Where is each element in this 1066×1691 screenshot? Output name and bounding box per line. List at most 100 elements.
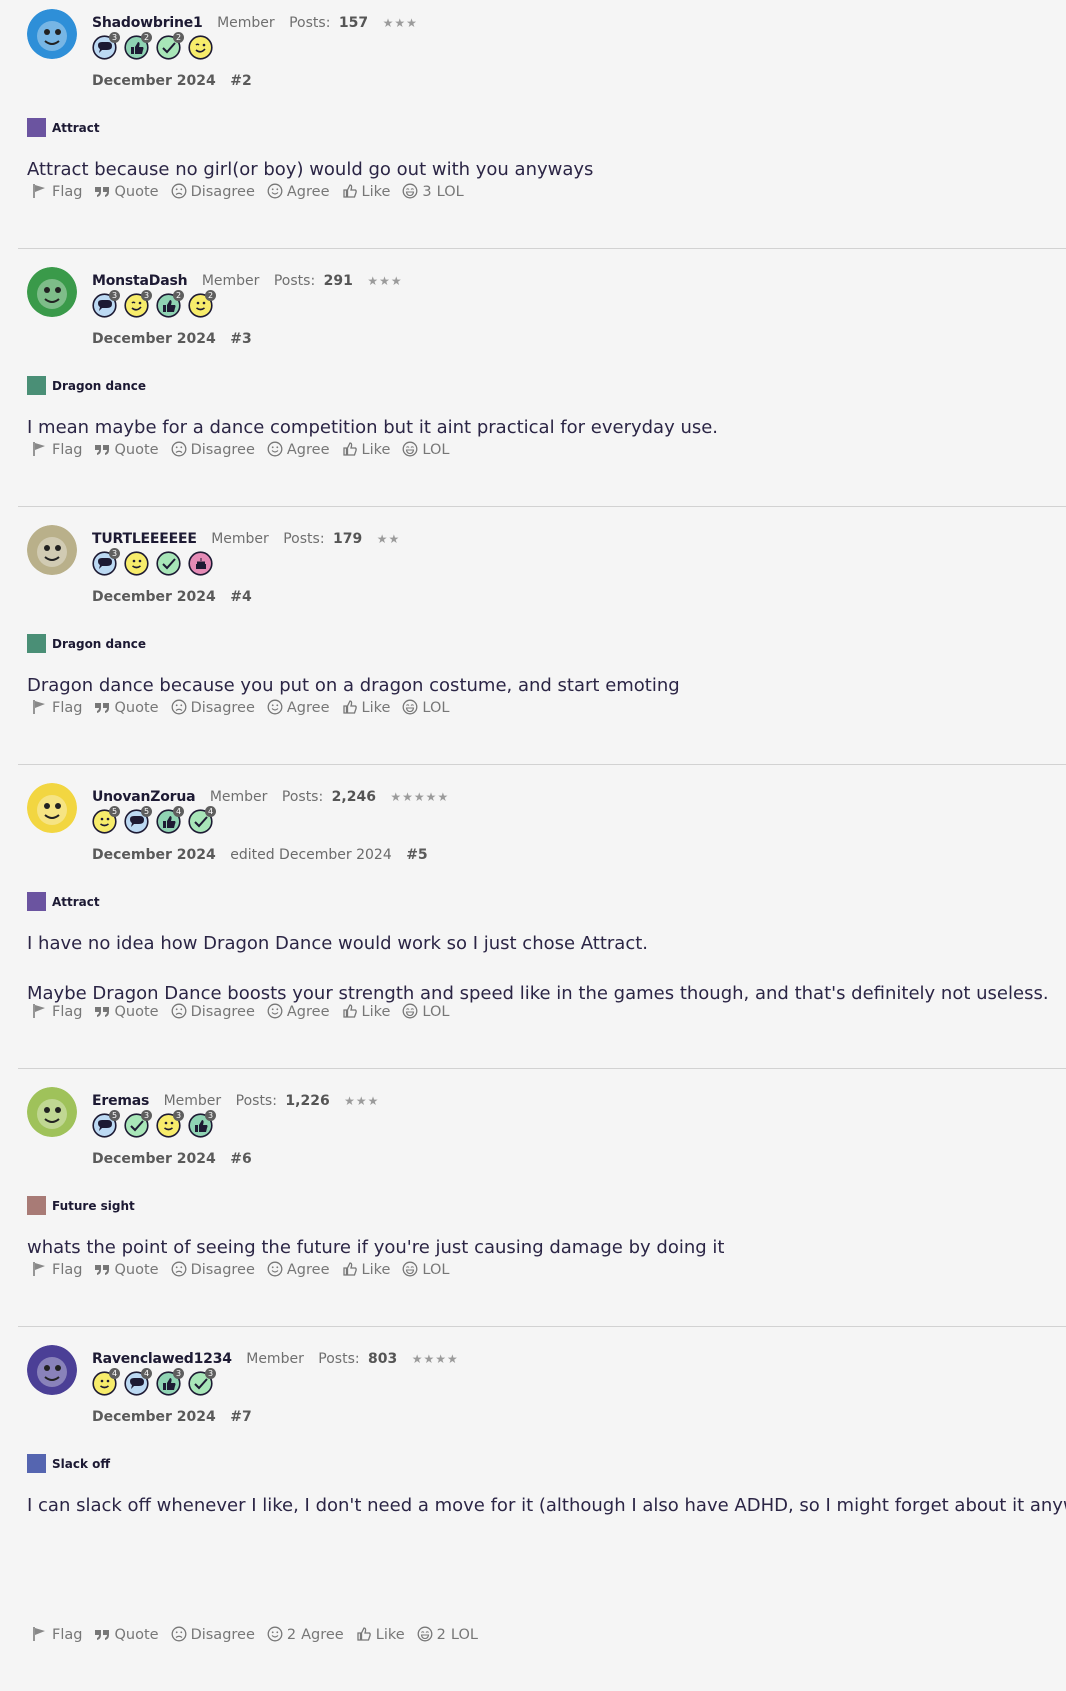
lol-label: LOL xyxy=(450,1627,478,1643)
avatar[interactable] xyxy=(27,783,77,833)
avatar[interactable] xyxy=(27,267,77,317)
thumbs-up-badge-icon[interactable]: 3 xyxy=(188,1110,216,1138)
username-link[interactable]: Ravenclawed1234 xyxy=(92,1351,232,1367)
thumbs-up-badge-icon[interactable]: 2 xyxy=(156,290,184,318)
smile-badge-icon[interactable]: 3 xyxy=(156,1110,184,1138)
flag-icon xyxy=(32,184,52,200)
avatar[interactable] xyxy=(27,525,77,575)
comment-badge-icon[interactable]: 3 xyxy=(92,32,120,60)
avatar[interactable] xyxy=(27,9,77,59)
post-date-link[interactable]: December 2024 xyxy=(92,331,216,347)
post-date-link[interactable]: December 2024 xyxy=(92,1151,216,1167)
comment-badge-icon[interactable]: 3 xyxy=(92,290,120,318)
check-badge-icon[interactable]: 2 xyxy=(156,32,184,60)
wink-badge-icon[interactable] xyxy=(188,35,213,60)
post-number-link[interactable]: #3 xyxy=(230,331,251,347)
rank-stars: ★★ xyxy=(376,532,401,546)
quote-button[interactable]: Quote xyxy=(94,1626,159,1643)
agree-button[interactable]: Agree xyxy=(267,1003,330,1020)
lol-label: LOL xyxy=(422,442,450,458)
post-date-link[interactable]: December 2024 xyxy=(92,589,216,605)
post-number-link[interactable]: #7 xyxy=(230,1409,251,1425)
agree-button[interactable]: Agree xyxy=(267,441,330,458)
flag-button[interactable]: Flag xyxy=(32,1626,82,1643)
disagree-button[interactable]: Disagree xyxy=(171,1261,255,1278)
like-label: Like xyxy=(361,1262,391,1278)
agree-button[interactable]: Agree xyxy=(267,699,330,716)
username-link[interactable]: Shadowbrine1 xyxy=(92,15,203,31)
disagree-button[interactable]: Disagree xyxy=(171,699,255,716)
comment-badge-icon[interactable]: 4 xyxy=(124,1368,152,1396)
post-date-link[interactable]: December 2024 xyxy=(92,847,216,863)
quote-button[interactable]: Quote xyxy=(94,1261,159,1278)
like-button[interactable]: Like xyxy=(342,699,390,716)
lol-button[interactable]: LOL xyxy=(402,699,449,716)
smile-badge-icon[interactable] xyxy=(124,551,149,576)
check-badge-icon[interactable] xyxy=(156,551,181,576)
username-link[interactable]: MonstaDash xyxy=(92,273,188,289)
smile-badge-icon[interactable]: 5 xyxy=(92,806,120,834)
like-button[interactable]: Like xyxy=(342,1003,390,1020)
username-link[interactable]: TURTLEEEEEE xyxy=(92,531,197,547)
lol-button[interactable]: 3 LOL xyxy=(402,183,464,200)
quote-button[interactable]: Quote xyxy=(94,441,159,458)
disagree-button[interactable]: Disagree xyxy=(171,183,255,200)
like-button[interactable]: Like xyxy=(356,1626,405,1643)
username-link[interactable]: UnovanZorua xyxy=(92,789,196,805)
post-number-link[interactable]: #5 xyxy=(406,847,427,863)
tag-color-swatch xyxy=(27,892,46,911)
username-link[interactable]: Eremas xyxy=(92,1093,149,1109)
quote-button[interactable]: Quote xyxy=(94,1003,159,1020)
disagree-button[interactable]: Disagree xyxy=(171,1626,255,1643)
flag-button[interactable]: Flag xyxy=(32,1261,82,1278)
author-meta: TURTLEEEEEE Member Posts: 179 ★★ xyxy=(92,531,410,551)
post-number-link[interactable]: #4 xyxy=(230,589,251,605)
agree-icon xyxy=(267,699,287,716)
agree-button[interactable]: Agree xyxy=(267,1261,330,1278)
comment-badge-icon[interactable]: 5 xyxy=(92,1110,120,1138)
cake-badge-icon[interactable] xyxy=(188,551,213,576)
flag-button[interactable]: Flag xyxy=(32,183,82,200)
rank-stars: ★★★★ xyxy=(411,1352,459,1366)
comment-badge-icon[interactable]: 3 xyxy=(92,548,120,576)
like-button[interactable]: Like xyxy=(342,183,390,200)
wink-badge-icon[interactable]: 3 xyxy=(124,290,152,318)
thumbs-up-badge-icon[interactable]: 4 xyxy=(156,806,184,834)
poll-vote-tag: Dragon dance xyxy=(27,375,146,395)
disagree-button[interactable]: Disagree xyxy=(171,1003,255,1020)
avatar-image xyxy=(27,1087,77,1137)
quote-button[interactable]: Quote xyxy=(94,183,159,200)
check-badge-icon[interactable]: 3 xyxy=(124,1110,152,1138)
like-button[interactable]: Like xyxy=(342,441,390,458)
tag-label: Attract xyxy=(52,894,100,909)
like-button[interactable]: Like xyxy=(342,1261,391,1278)
avatar[interactable] xyxy=(27,1345,77,1395)
disagree-button[interactable]: Disagree xyxy=(171,441,255,458)
check-badge-icon[interactable]: 4 xyxy=(188,806,216,834)
post-dateline: December 2024 #3 xyxy=(92,331,252,347)
lol-button[interactable]: LOL xyxy=(402,441,449,458)
check-badge-icon[interactable]: 3 xyxy=(188,1368,216,1396)
flag-button[interactable]: Flag xyxy=(32,699,82,716)
lol-button[interactable]: LOL xyxy=(402,1003,449,1020)
lol-button[interactable]: 2 LOL xyxy=(417,1626,478,1643)
lol-icon xyxy=(402,441,422,458)
post-number-link[interactable]: #2 xyxy=(230,73,251,89)
agree-button[interactable]: Agree xyxy=(267,183,330,200)
lol-button[interactable]: LOL xyxy=(402,1261,449,1278)
smile-badge-icon[interactable]: 2 xyxy=(188,290,216,318)
agree-button[interactable]: 2 Agree xyxy=(267,1626,344,1643)
quote-button[interactable]: Quote xyxy=(94,699,159,716)
flag-button[interactable]: Flag xyxy=(32,441,82,458)
post-date-link[interactable]: December 2024 xyxy=(92,1409,216,1425)
avatar[interactable] xyxy=(27,1087,77,1137)
badge-count: 3 xyxy=(205,1110,216,1121)
quote-icon xyxy=(94,1627,114,1643)
flag-button[interactable]: Flag xyxy=(32,1003,82,1020)
post-number-link[interactable]: #6 xyxy=(230,1151,251,1167)
thumbs-up-badge-icon[interactable]: 3 xyxy=(156,1368,184,1396)
thumbs-up-badge-icon[interactable]: 2 xyxy=(124,32,152,60)
comment-badge-icon[interactable]: 5 xyxy=(124,806,152,834)
smile-badge-icon[interactable]: 4 xyxy=(92,1368,120,1396)
post-date-link[interactable]: December 2024 xyxy=(92,73,216,89)
